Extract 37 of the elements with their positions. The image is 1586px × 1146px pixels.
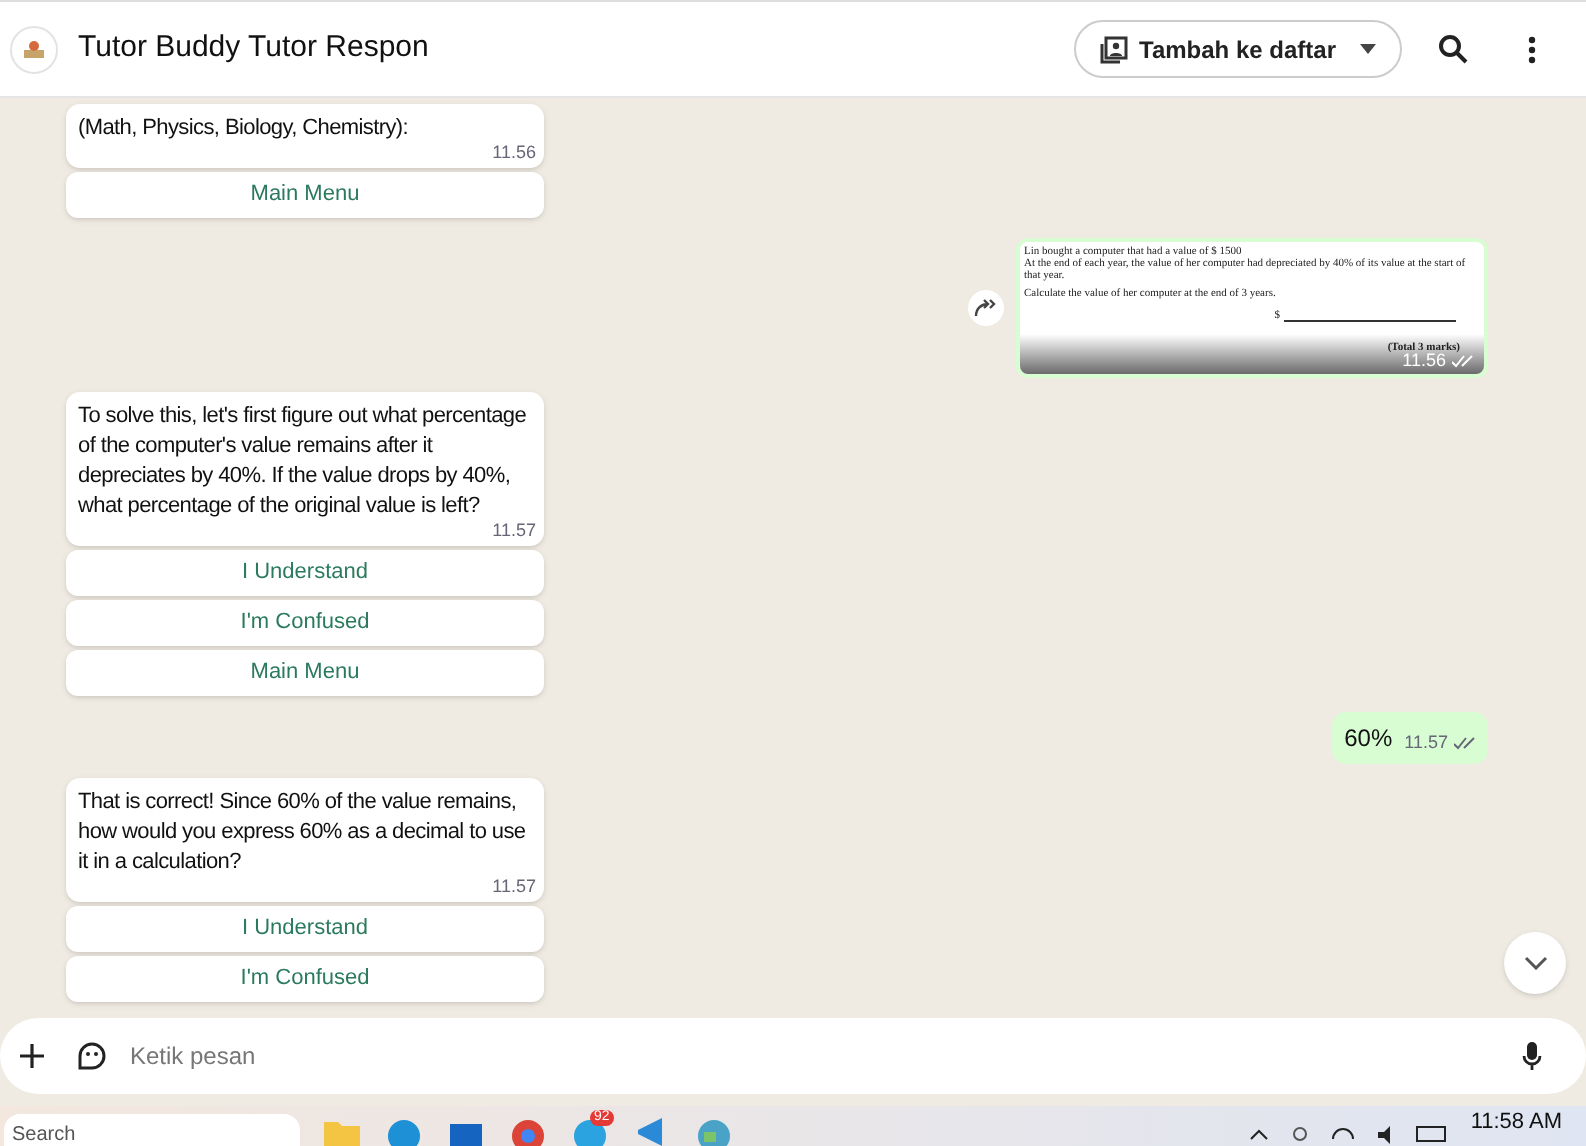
quick-reply-button[interactable]: Main Menu: [66, 172, 544, 218]
message-input-field[interactable]: Ketik pesan: [0, 1018, 1586, 1094]
taskbar-search-field[interactable]: Search: [4, 1114, 300, 1146]
clock: 11:58 AM: [1470, 1110, 1562, 1134]
message-time: 11.57: [492, 876, 536, 896]
add-to-list-button[interactable]: Tambah ke daftar: [1073, 20, 1402, 78]
message-time: 11.57: [1404, 729, 1476, 756]
sticker-icon[interactable]: [76, 1040, 108, 1072]
message-time: 11.56: [492, 142, 536, 162]
message-text: To solve this, let's first figure out what percentage of the computer's value remains after it depreciates by 40%. If the value drops by 40%, what percentage of the original value is left?: [78, 402, 529, 522]
image-message[interactable]: [1016, 238, 1488, 378]
chat-title[interactable]: Tutor Buddy Tutor Respon: [78, 26, 429, 72]
speaker-icon[interactable]: [1378, 1125, 1393, 1143]
message-time: 11.56: [1402, 352, 1474, 370]
caret-icon: [1360, 44, 1376, 54]
message-text: That is correct! Since 60% of the value remains, how would you express 60% as a decimal to use it in a calculation?: [78, 788, 528, 878]
chevron-down-icon: [1523, 956, 1547, 970]
quick-reply-button[interactable]: I'm Confused: [66, 600, 544, 646]
more-options-icon[interactable]: [1528, 35, 1536, 63]
message-text: 60%: [1344, 722, 1393, 756]
forward-icon[interactable]: [968, 290, 1004, 326]
plus-icon[interactable]: [20, 1044, 44, 1068]
message-time: 11.57: [492, 520, 536, 540]
message-text: (Math, Physics, Biology, Chemistry):: [78, 114, 411, 144]
quick-reply-button[interactable]: I'm Confused: [66, 956, 544, 1002]
scroll-down-button[interactable]: [1504, 932, 1566, 994]
quick-reply-button[interactable]: I Understand: [66, 906, 544, 952]
wifi-icon[interactable]: [1332, 1128, 1355, 1140]
battery-icon[interactable]: [1416, 1126, 1447, 1142]
search-icon[interactable]: [1438, 34, 1468, 64]
quick-reply-button[interactable]: Main Menu: [66, 650, 544, 696]
quick-reply-button[interactable]: I Understand: [66, 550, 544, 596]
contact-card-icon: [1099, 35, 1128, 63]
avatar-icon[interactable]: [10, 25, 58, 73]
chevron-up-icon[interactable]: [1250, 1128, 1269, 1140]
microphone-icon[interactable]: [1522, 1041, 1542, 1071]
message-input[interactable]: Ketik pesan: [130, 1038, 1522, 1074]
